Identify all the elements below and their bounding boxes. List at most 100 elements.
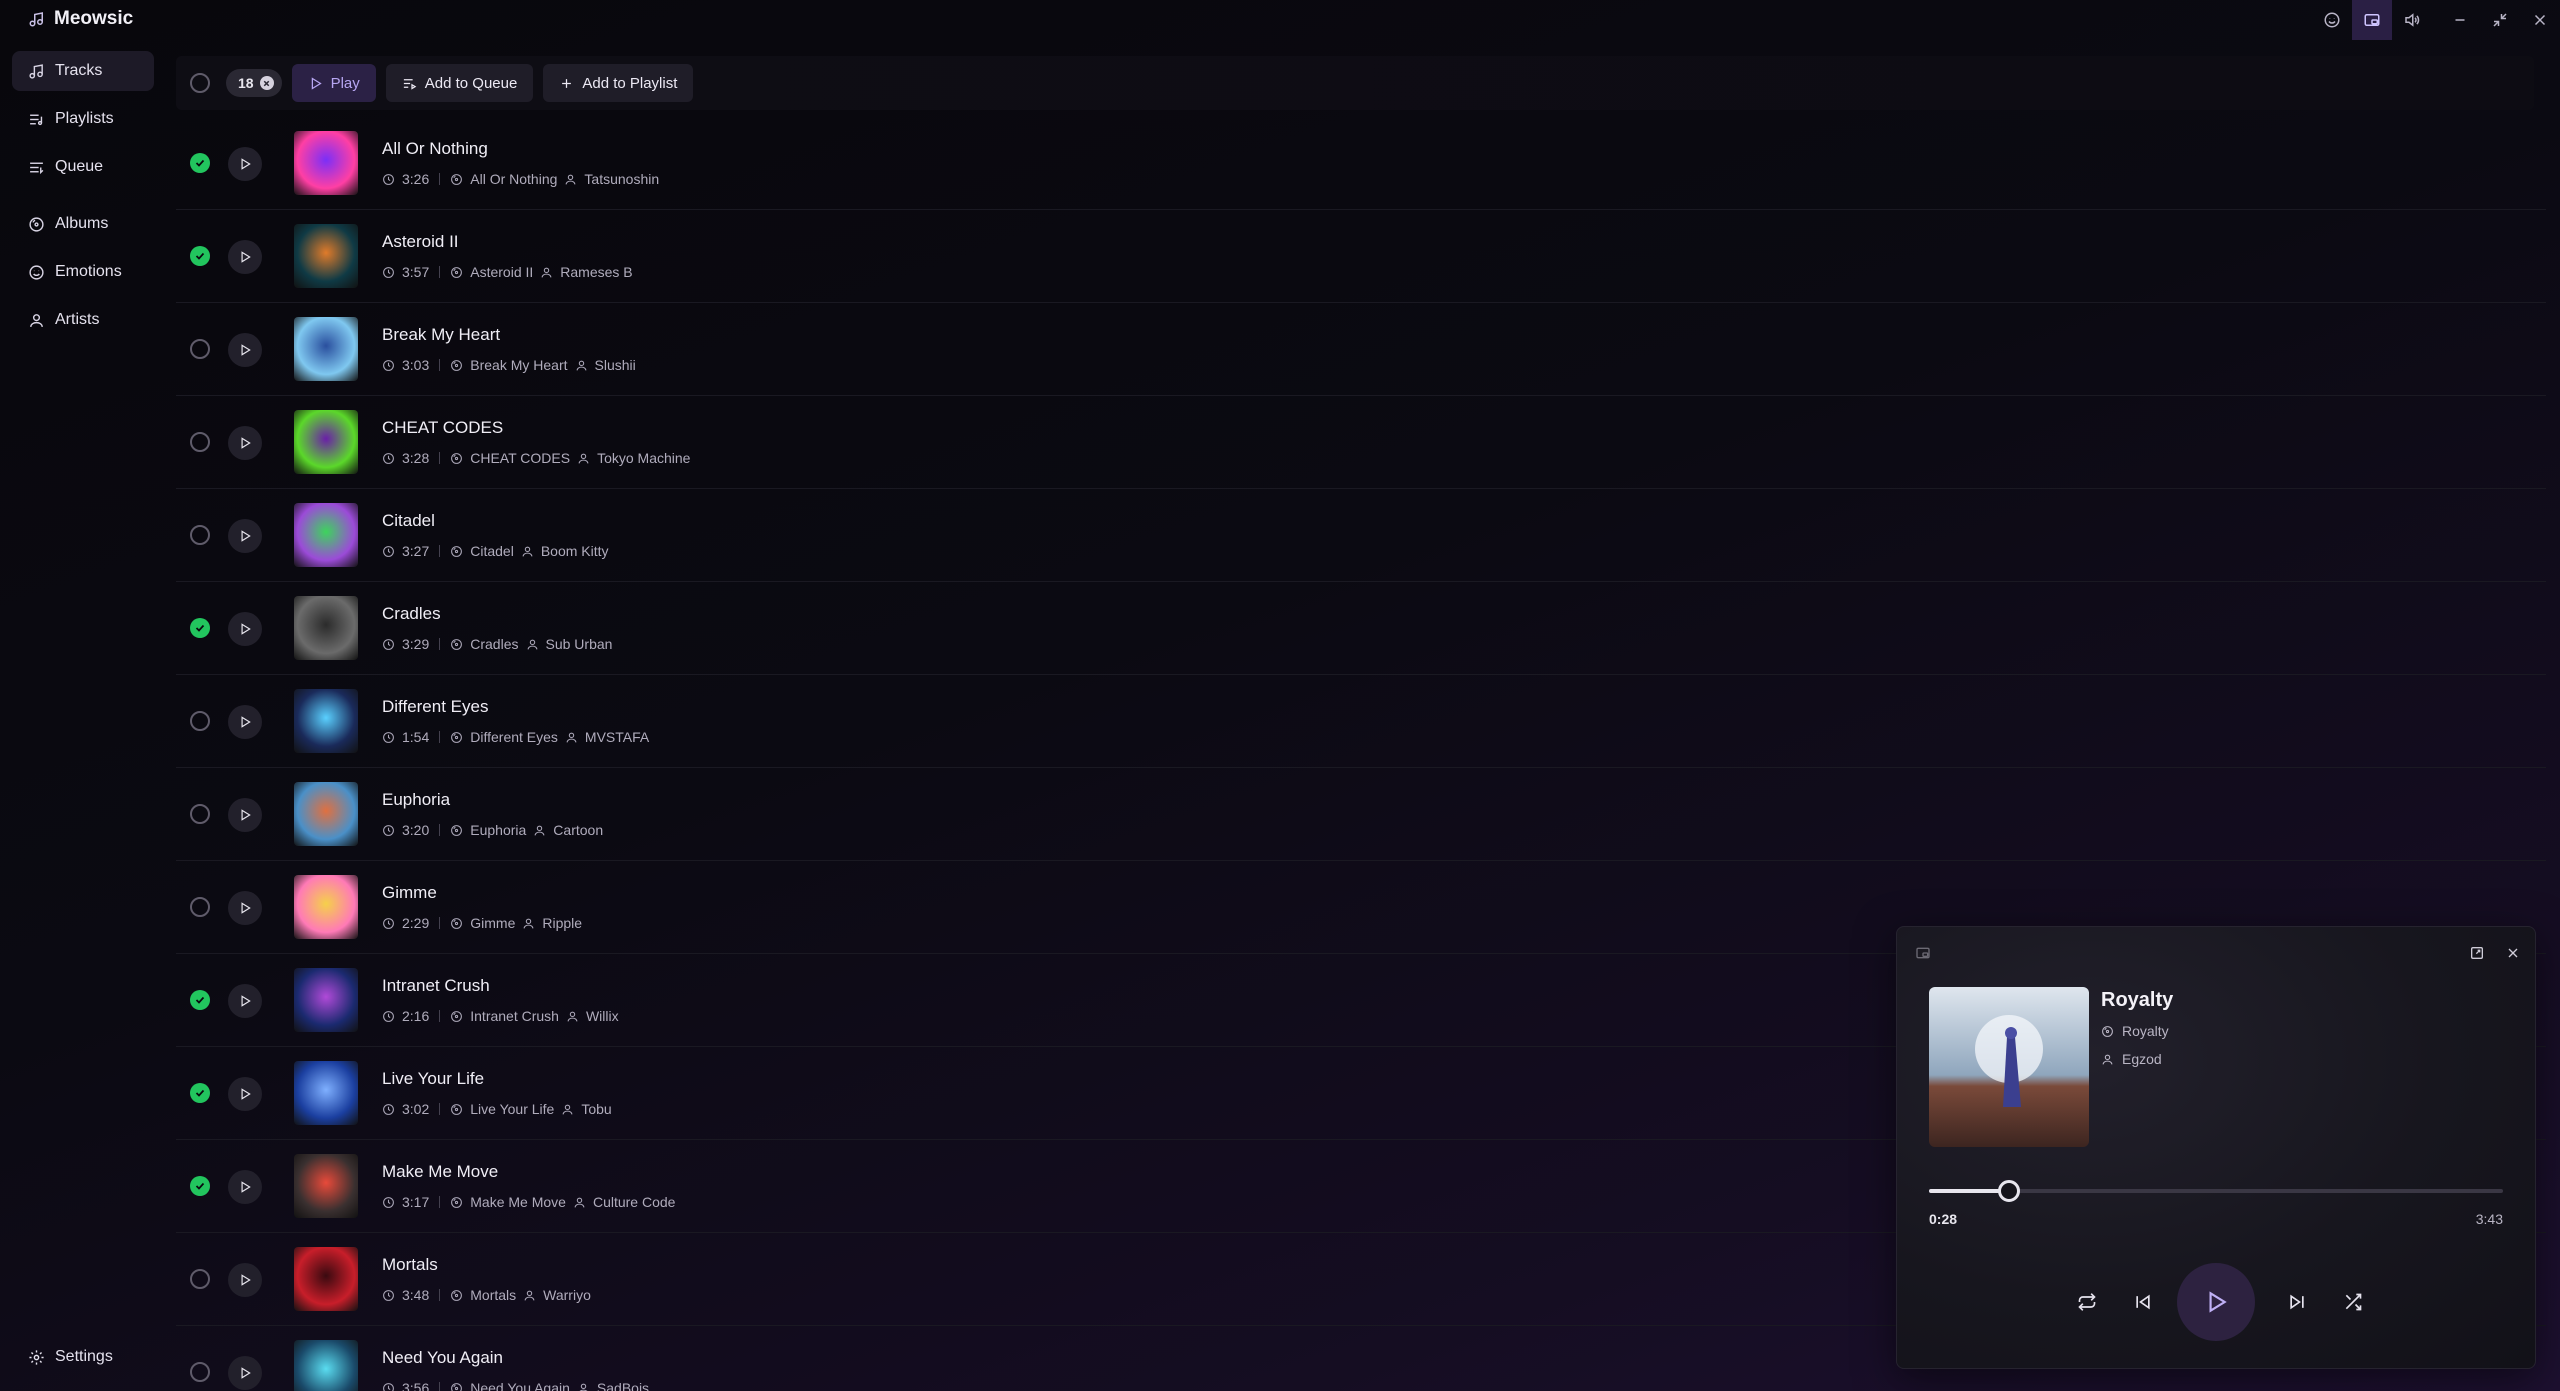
track-album[interactable]: Break My Heart	[470, 357, 567, 373]
play-selected-button[interactable]: Play	[291, 64, 376, 102]
track-artist[interactable]: Tatsunoshin	[584, 171, 659, 187]
track-row[interactable]: Citadel 3:27 Citadel Boom Kitty	[176, 489, 2546, 582]
minimize-button[interactable]	[2440, 0, 2480, 40]
track-artist[interactable]: Boom Kitty	[541, 543, 609, 559]
track-artist[interactable]: Willix	[586, 1008, 619, 1024]
sidebar-item-emotions[interactable]: Emotions	[12, 252, 154, 292]
clear-selection-icon[interactable]	[259, 76, 274, 90]
sidebar-item-queue[interactable]: Queue	[12, 147, 154, 187]
track-album[interactable]: Cradles	[470, 636, 518, 652]
add-to-queue-button[interactable]: Add to Queue	[385, 64, 534, 102]
volume-button[interactable]	[2392, 0, 2432, 40]
track-title[interactable]: Different Eyes	[382, 697, 488, 717]
previous-track-button[interactable]	[2125, 1284, 2161, 1320]
track-row[interactable]: Cradles 3:29 Cradles Sub Urban	[176, 582, 2546, 675]
track-select-checkbox[interactable]	[190, 525, 210, 545]
mini-player-pip-button[interactable]	[1909, 939, 1937, 967]
track-album[interactable]: Gimme	[470, 915, 515, 931]
emotion-button[interactable]	[2312, 0, 2352, 40]
track-select-checkbox[interactable]	[190, 1083, 210, 1103]
track-title[interactable]: Intranet Crush	[382, 976, 490, 996]
track-title[interactable]: Cradles	[382, 604, 441, 624]
track-row[interactable]: Euphoria 3:20 Euphoria Cartoon	[176, 768, 2546, 861]
track-play-button[interactable]	[228, 147, 262, 181]
add-to-playlist-button[interactable]: Add to Playlist	[543, 64, 694, 102]
track-select-checkbox[interactable]	[190, 804, 210, 824]
track-play-button[interactable]	[228, 798, 262, 832]
track-row[interactable]: Break My Heart 3:03 Break My Heart Slush…	[176, 303, 2546, 396]
track-select-checkbox[interactable]	[190, 1269, 210, 1289]
track-play-button[interactable]	[228, 984, 262, 1018]
track-title[interactable]: Break My Heart	[382, 325, 500, 345]
track-select-checkbox[interactable]	[190, 1176, 210, 1196]
track-title[interactable]: Gimme	[382, 883, 437, 903]
track-title[interactable]: Asteroid II	[382, 232, 459, 252]
track-title[interactable]: Euphoria	[382, 790, 450, 810]
track-play-button[interactable]	[228, 1170, 262, 1204]
track-row[interactable]: All Or Nothing 3:26 All Or Nothing Tatsu…	[176, 117, 2546, 210]
track-title[interactable]: Make Me Move	[382, 1162, 498, 1182]
track-row[interactable]: CHEAT CODES 3:28 CHEAT CODES Tokyo Machi…	[176, 396, 2546, 489]
track-album[interactable]: CHEAT CODES	[470, 450, 570, 466]
settings-button[interactable]: Settings	[28, 1348, 113, 1366]
track-album[interactable]: Mortals	[470, 1287, 516, 1303]
track-select-checkbox[interactable]	[190, 153, 210, 173]
play-pause-button[interactable]	[2177, 1263, 2255, 1341]
track-play-button[interactable]	[228, 1077, 262, 1111]
track-play-button[interactable]	[228, 1263, 262, 1297]
close-player-button[interactable]	[2499, 939, 2527, 967]
track-title[interactable]: CHEAT CODES	[382, 418, 503, 438]
track-album[interactable]: Euphoria	[470, 822, 526, 838]
now-playing-artist[interactable]: Egzod	[2101, 1051, 2162, 1067]
track-row[interactable]: Asteroid II 3:57 Asteroid II Rameses B	[176, 210, 2546, 303]
sidebar-item-artists[interactable]: Artists	[12, 300, 154, 340]
track-play-button[interactable]	[228, 891, 262, 925]
track-title[interactable]: Mortals	[382, 1255, 438, 1275]
sidebar-item-albums[interactable]: Albums	[12, 204, 154, 244]
track-artist[interactable]: Tokyo Machine	[597, 450, 690, 466]
track-select-checkbox[interactable]	[190, 339, 210, 359]
next-track-button[interactable]	[2279, 1284, 2315, 1320]
track-play-button[interactable]	[228, 519, 262, 553]
track-album[interactable]: Intranet Crush	[470, 1008, 559, 1024]
track-artist[interactable]: Rameses B	[560, 264, 632, 280]
track-artist[interactable]: Ripple	[542, 915, 582, 931]
track-select-checkbox[interactable]	[190, 990, 210, 1010]
track-artist[interactable]: Culture Code	[593, 1194, 676, 1210]
track-select-checkbox[interactable]	[190, 711, 210, 731]
track-album[interactable]: Need You Again	[470, 1380, 570, 1391]
track-select-checkbox[interactable]	[190, 618, 210, 638]
track-select-checkbox[interactable]	[190, 246, 210, 266]
seek-bar-handle[interactable]	[1998, 1180, 2021, 1202]
track-album[interactable]: Different Eyes	[470, 729, 558, 745]
sidebar-item-tracks[interactable]: Tracks	[12, 51, 154, 91]
track-artist[interactable]: SadBois	[597, 1380, 649, 1391]
track-artist[interactable]: Warriyo	[543, 1287, 591, 1303]
track-play-button[interactable]	[228, 333, 262, 367]
track-row[interactable]: Different Eyes 1:54 Different Eyes MVSTA…	[176, 675, 2546, 768]
restore-button[interactable]	[2480, 0, 2520, 40]
track-album[interactable]: All Or Nothing	[470, 171, 557, 187]
track-artist[interactable]: Sub Urban	[546, 636, 613, 652]
track-title[interactable]: Need You Again	[382, 1348, 503, 1368]
track-play-button[interactable]	[228, 240, 262, 274]
select-all-checkbox[interactable]	[190, 73, 210, 93]
seek-bar[interactable]	[1929, 1180, 2503, 1202]
track-album[interactable]: Citadel	[470, 543, 514, 559]
expand-player-button[interactable]	[2463, 939, 2491, 967]
track-title[interactable]: All Or Nothing	[382, 139, 488, 159]
now-playing-album[interactable]: Royalty	[2101, 1023, 2169, 1039]
track-select-checkbox[interactable]	[190, 897, 210, 917]
mini-player-toggle-button[interactable]	[2352, 0, 2392, 40]
track-artist[interactable]: Slushii	[595, 357, 636, 373]
shuffle-button[interactable]	[2335, 1284, 2371, 1320]
track-play-button[interactable]	[228, 612, 262, 646]
repeat-button[interactable]	[2069, 1284, 2105, 1320]
track-title[interactable]: Live Your Life	[382, 1069, 484, 1089]
track-artist[interactable]: Tobu	[581, 1101, 611, 1117]
track-select-checkbox[interactable]	[190, 432, 210, 452]
track-album[interactable]: Make Me Move	[470, 1194, 566, 1210]
track-select-checkbox[interactable]	[190, 1362, 210, 1382]
track-album[interactable]: Asteroid II	[470, 264, 533, 280]
track-artist[interactable]: MVSTAFA	[585, 729, 649, 745]
